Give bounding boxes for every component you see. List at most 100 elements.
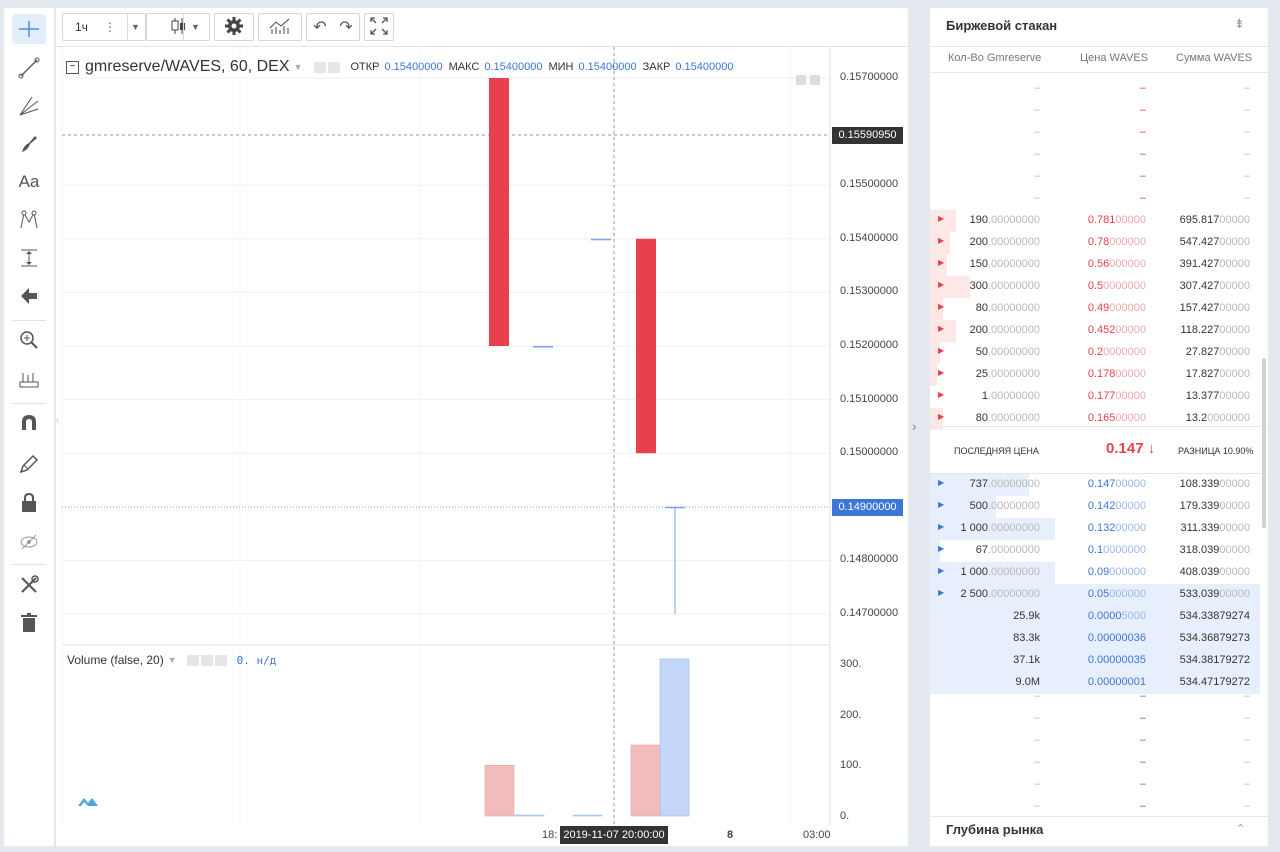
empty-cell: – (1243, 712, 1250, 724)
empty-row: – – – (930, 708, 1268, 730)
collapse-panel-icon[interactable]: ⇟ (1234, 16, 1245, 32)
volume-tick: 0. (840, 810, 850, 822)
price-tick: 0.15700000 (840, 71, 899, 83)
candle-body (533, 346, 553, 348)
row-marker-icon: ▶ (938, 566, 945, 575)
eye-icon[interactable] (186, 654, 199, 666)
empty-cell: – (1139, 104, 1146, 116)
chevron-down-icon[interactable]: ▼ (168, 655, 177, 665)
bid-row[interactable]: ▶ 67.00000000 0.10000000 318.03900000 (930, 540, 1268, 562)
open-label: ОТКР (350, 61, 380, 73)
bid-row[interactable]: ▶ 1 000.00000000 0.13200000 311.33900000 (930, 518, 1268, 540)
scroll-down-icon[interactable] (810, 75, 820, 85)
price-tick: 0.15200000 (840, 339, 899, 351)
settings-small-icon[interactable] (328, 61, 341, 73)
ask-row[interactable]: ▶ 50.00000000 0.20000000 27.82700000 (930, 342, 1268, 364)
price-cell: 0.09000000 (1087, 566, 1146, 578)
symbol-title: gmreserve/WAVES, 60, DEX (85, 58, 290, 75)
price-cell: 0.56000000 (1087, 258, 1146, 270)
total-cell: 408.03900000 (1179, 566, 1250, 578)
price-tick: 0.15100000 (840, 392, 899, 405)
price-tick: 0.14700000 (840, 607, 899, 619)
bid-row[interactable]: 25.9k 0.00005000 534.33879274 (930, 606, 1268, 628)
empty-row: – – – (930, 100, 1268, 122)
scroll-up-icon[interactable] (796, 75, 806, 85)
total-cell: 13.37700000 (1185, 390, 1250, 402)
ask-row[interactable]: ▶ 150.00000000 0.56000000 391.42700000 (930, 254, 1268, 276)
price-cell: 0.20000000 (1087, 346, 1146, 358)
high-value: 0.15400000 (484, 61, 543, 73)
row-marker-icon: ▶ (938, 368, 945, 377)
bid-row[interactable]: ▶ 737.00000000 0.14700000 108.33900000 (930, 474, 1268, 496)
ask-row[interactable]: ▶ 25.00000000 0.17800000 17.82700000 (930, 364, 1268, 386)
price-tick: 0.15300000 (840, 285, 899, 298)
bid-row[interactable]: ▶ 2 500.00000000 0.05000000 533.03900000 (930, 584, 1268, 606)
empty-cell: – (1243, 734, 1250, 746)
price-cell: 0.17800000 (1087, 368, 1146, 380)
amount-cell: 500.00000000 (969, 500, 1040, 512)
bid-row[interactable]: 83.3k 0.00000036 534.36879273 (930, 628, 1268, 650)
bid-row[interactable]: 37.1k 0.00000035 534.38179272 (930, 650, 1268, 672)
empty-row: – – – (930, 78, 1268, 100)
settings-small-icon[interactable] (200, 654, 213, 666)
ask-row[interactable]: ▶ 200.00000000 0.78000000 547.42700000 (930, 232, 1268, 254)
price-cell: 0.05000000 (1087, 588, 1146, 600)
depth-bar (930, 276, 970, 298)
amount-cell: 37.1k (1013, 654, 1040, 666)
collapse-icon[interactable]: − (66, 60, 79, 74)
total-cell: 307.42700000 (1179, 280, 1250, 292)
ask-row[interactable]: ▶ 80.00000000 0.49000000 157.42700000 (930, 298, 1268, 320)
scrollbar[interactable] (1262, 358, 1266, 528)
price-chart[interactable] (0, 0, 910, 852)
empty-row: – – – (930, 144, 1268, 166)
price-cell: 0.78100000 (1087, 214, 1146, 226)
empty-cell: – (1243, 126, 1250, 138)
amount-cell: 25.9k (1013, 610, 1040, 622)
amount-cell: 1 000.00000000 (960, 522, 1040, 534)
header-amount: Кол-Во Gmreserve (948, 52, 1042, 64)
empty-cell: – (1033, 126, 1040, 138)
amount-cell: 1 000.00000000 (960, 566, 1040, 578)
total-cell: 534.33879274 (1179, 610, 1250, 622)
ask-row[interactable]: ▶ 200.00000000 0.45200000 118.22700000 (930, 320, 1268, 342)
total-cell: 695.81700000 (1179, 214, 1250, 226)
depth-bar (930, 364, 937, 386)
last-price-label: ПОСЛЕДНЯЯ ЦЕНА (954, 446, 1039, 456)
volume-bar (514, 814, 545, 817)
ask-row[interactable]: ▶ 190.00000000 0.78100000 695.81700000 (930, 210, 1268, 232)
depth-title[interactable]: Глубина рынка (946, 822, 1043, 837)
row-marker-icon: ▶ (938, 214, 945, 223)
chevron-down-icon[interactable]: ▼ (294, 62, 303, 72)
empty-cell: – (1243, 104, 1250, 116)
time-tick: 8 (727, 829, 734, 841)
price-cell: 0.49000000 (1087, 302, 1146, 314)
ask-row[interactable]: ▶ 300.00000000 0.50000000 307.42700000 (930, 276, 1268, 298)
price-cell: 0.14200000 (1087, 500, 1146, 512)
empty-row: – – – (930, 730, 1268, 752)
empty-cell: – (1033, 104, 1040, 116)
bid-row[interactable]: ▶ 1 000.00000000 0.09000000 408.03900000 (930, 562, 1268, 584)
toolbar-collapse-icon[interactable]: ‹ (56, 415, 59, 426)
panel-collapse-icon[interactable]: › (912, 418, 917, 434)
empty-cell: – (1243, 778, 1250, 790)
volume-bar (484, 765, 515, 817)
chevron-up-icon[interactable]: ⌃ (1236, 822, 1245, 835)
bid-row[interactable]: ▶ 500.00000000 0.14200000 179.33900000 (930, 496, 1268, 518)
chart-grid (61, 47, 830, 826)
empty-cell: – (1243, 148, 1250, 160)
amount-cell: 50.00000000 (975, 346, 1040, 358)
row-marker-icon: ▶ (938, 390, 945, 399)
empty-row: – – – (930, 686, 1268, 708)
ask-row[interactable]: ▶ 1.00000000 0.17700000 13.37700000 (930, 386, 1268, 408)
close-icon[interactable] (214, 654, 227, 666)
empty-cell: – (1243, 170, 1250, 182)
volume-bar (630, 744, 661, 817)
total-cell: 534.38179272 (1179, 654, 1250, 666)
empty-cell: – (1033, 690, 1040, 702)
row-marker-icon: ▶ (938, 346, 945, 355)
empty-cell: – (1139, 126, 1146, 138)
close-value: 0.15400000 (675, 61, 734, 73)
amount-cell: 80.00000000 (975, 302, 1040, 314)
amount-cell: 2 500.00000000 (960, 588, 1040, 600)
eye-icon[interactable] (314, 61, 327, 73)
